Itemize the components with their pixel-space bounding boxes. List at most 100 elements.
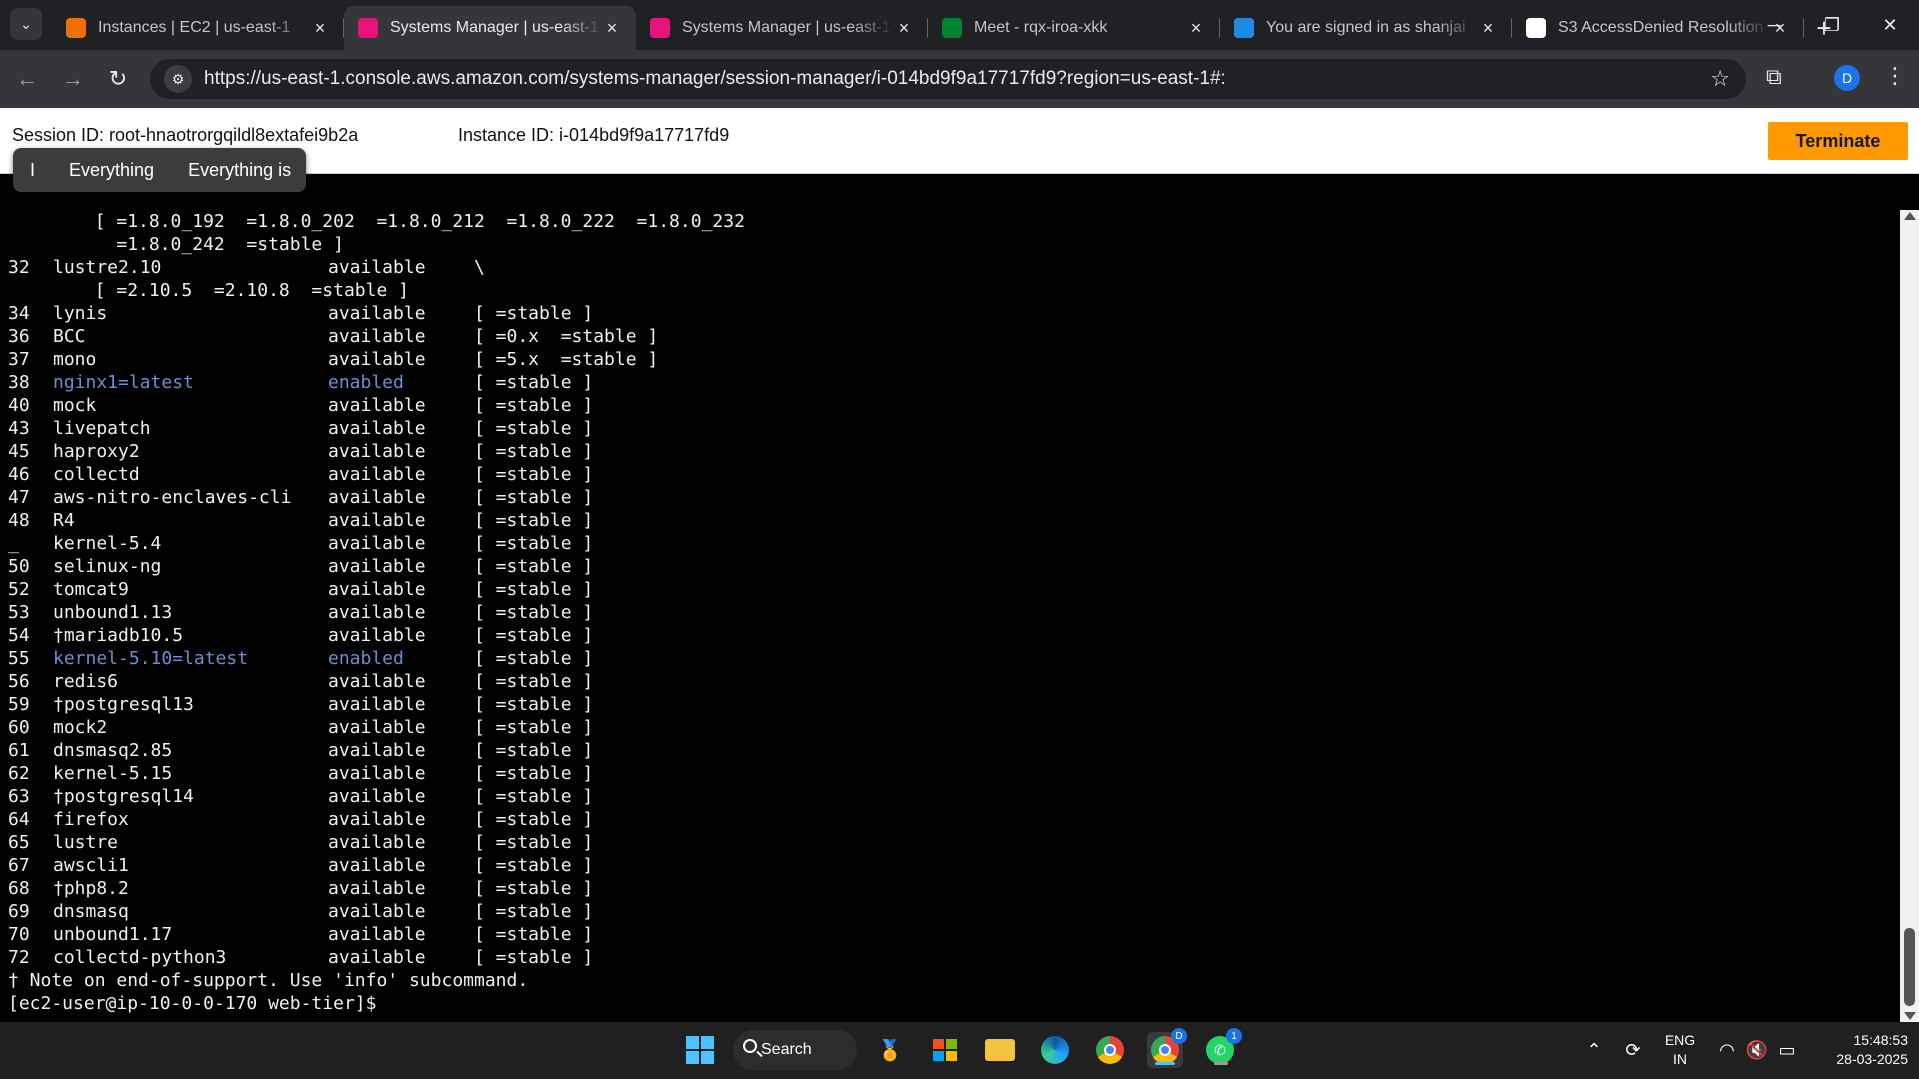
- minimize-icon[interactable]: ─: [1745, 0, 1803, 50]
- speaker-muted-icon[interactable]: 🔇: [1744, 1022, 1770, 1079]
- repo-channels: [ =stable ]: [474, 878, 594, 899]
- back-icon[interactable]: ←: [12, 64, 42, 94]
- repo-number: 68: [8, 878, 30, 899]
- tab-close-icon[interactable]: ×: [894, 18, 914, 39]
- repo-number: 69: [8, 901, 30, 922]
- repo-row: 52 tomcat9 available [ =stable ]: [0, 578, 1000, 601]
- profile-avatar[interactable]: D: [1834, 65, 1860, 91]
- repo-number: 36: [8, 326, 30, 347]
- repo-name: †postgresql14: [53, 786, 194, 807]
- aws-ssm-icon: [650, 18, 670, 38]
- copilot-medal-icon[interactable]: 🏅: [872, 1032, 908, 1068]
- suggestion-item[interactable]: I: [13, 160, 52, 181]
- running-indicator: [1214, 1062, 1228, 1065]
- tab-title: Meet - rqx-iroa-xkk: [974, 19, 1108, 36]
- start-button[interactable]: [682, 1032, 718, 1068]
- repo-number: 61: [8, 740, 30, 761]
- repo-status: available: [328, 671, 426, 692]
- scroll-up-arrow-icon[interactable]: [1904, 212, 1916, 220]
- browser-tab[interactable]: Systems Manager | us-east-1 ×: [344, 6, 636, 50]
- repo-name: selinux-ng: [53, 556, 162, 577]
- scroll-down-arrow-icon[interactable]: [1904, 1012, 1916, 1020]
- repo-row: 37 mono available [ =5.x =stable ]: [0, 348, 1000, 371]
- file-explorer-icon[interactable]: [982, 1032, 1018, 1068]
- tab-close-icon[interactable]: ×: [1478, 18, 1498, 39]
- repo-number: 50: [8, 556, 30, 577]
- clock-time: 15:48:53: [1853, 1032, 1909, 1048]
- extensions-icon[interactable]: ⧉: [1766, 64, 1782, 90]
- whatsapp-icon[interactable]: ✆ 1: [1202, 1028, 1242, 1068]
- repo-channels: [ =stable ]: [474, 924, 594, 945]
- repo-row: 55 kernel-5.10=latest enabled [ =stable ]: [0, 647, 1000, 670]
- repo-channels: [ =stable ]: [474, 441, 594, 462]
- tab-close-icon[interactable]: ×: [602, 18, 622, 39]
- browser-tab[interactable]: Systems Manager | us-east-1 ×: [636, 6, 928, 50]
- browser-tab[interactable]: You are signed in as shanjai ×: [1220, 6, 1512, 50]
- url-text[interactable]: https://us-east-1.console.aws.amazon.com…: [204, 68, 1226, 90]
- window-controls: ─ ❐ ✕: [1745, 0, 1919, 50]
- repo-number: 65: [8, 832, 30, 853]
- repo-name: kernel-5.4: [53, 533, 162, 554]
- battery-icon[interactable]: ▭: [1774, 1022, 1800, 1079]
- repo-channels: [ =stable ]: [474, 717, 594, 738]
- repo-number: 34: [8, 303, 30, 324]
- taskbar-search[interactable]: Search: [733, 1030, 857, 1070]
- repo-name: †postgresql13: [53, 694, 194, 715]
- repo-row: _ kernel-5.4 available [ =stable ]: [0, 532, 1000, 555]
- repo-row: 48 R4 available [ =stable ]: [0, 509, 1000, 532]
- suggestion-item[interactable]: Everything: [52, 160, 171, 181]
- sync-icon[interactable]: ⟳: [1618, 1022, 1648, 1079]
- restore-icon[interactable]: ❐: [1803, 0, 1861, 50]
- microsoft-store-icon[interactable]: [927, 1032, 963, 1068]
- language-indicator[interactable]: ENG IN: [1660, 1031, 1700, 1069]
- tab-close-icon[interactable]: ×: [1186, 18, 1206, 39]
- terminal-scrollbar[interactable]: [1900, 210, 1919, 1022]
- tab-search-button[interactable]: ⌄: [10, 8, 42, 40]
- active-indicator: [1155, 1062, 1175, 1065]
- end-of-support-note: † Note on end-of-support. Use 'info' sub…: [8, 970, 529, 991]
- tray-overflow-chevron-icon[interactable]: ⌃: [1580, 1022, 1608, 1079]
- repo-number: 40: [8, 395, 30, 416]
- repo-channels: [ =stable ]: [474, 947, 594, 968]
- s-icon: [1234, 18, 1254, 38]
- terminal-output[interactable]: [ =1.8.0_192 =1.8.0_202 =1.8.0_212 =1.8.…: [0, 210, 1900, 1022]
- clock-date: 28-03-2025: [1836, 1051, 1908, 1067]
- repo-channels: [ =stable ]: [474, 694, 594, 715]
- repo-channels: [ =stable ]: [474, 303, 594, 324]
- repo-status: available: [328, 257, 426, 278]
- repo-row: 34 lynis available [ =stable ]: [0, 302, 1000, 325]
- chrome-profile-icon[interactable]: D: [1147, 1028, 1187, 1068]
- repo-row: 32 lustre2.10 available \: [0, 256, 1000, 279]
- repo-status: available: [328, 625, 426, 646]
- repo-row: 60 mock2 available [ =stable ]: [0, 716, 1000, 739]
- browser-tab[interactable]: Instances | EC2 | us-east-1 ×: [52, 6, 344, 50]
- bookmark-star-icon[interactable]: ☆: [1710, 66, 1730, 92]
- browser-menu-icon[interactable]: ⋮: [1884, 63, 1906, 89]
- repo-row: 70 unbound1.17 available [ =stable ]: [0, 923, 1000, 946]
- repo-name: aws-nitro-enclaves-cli: [53, 487, 292, 508]
- repo-channels: [ =stable ]: [474, 533, 594, 554]
- repo-channels: [ =stable ]: [474, 809, 594, 830]
- terminate-button[interactable]: Terminate: [1768, 122, 1908, 160]
- repo-channels: [ =stable ]: [474, 763, 594, 784]
- address-bar[interactable]: ⚙ https://us-east-1.console.aws.amazon.c…: [150, 59, 1746, 99]
- repo-name: unbound1.17: [53, 924, 173, 945]
- scrollbar-thumb[interactable]: [1904, 928, 1915, 1006]
- repo-name: mono: [53, 349, 97, 370]
- system-clock[interactable]: 15:48:53 28-03-2025: [1808, 1031, 1908, 1069]
- repo-name: †php8.2: [53, 878, 129, 899]
- chrome-icon[interactable]: [1092, 1032, 1128, 1068]
- repo-number: 47: [8, 487, 30, 508]
- site-info-icon[interactable]: ⚙: [164, 65, 192, 93]
- repo-channels: [ =stable ]: [474, 786, 594, 807]
- suggestion-item[interactable]: Everything is: [171, 160, 308, 181]
- edge-icon[interactable]: [1037, 1032, 1073, 1068]
- wifi-icon[interactable]: ◠: [1714, 1022, 1740, 1079]
- forward-icon[interactable]: →: [58, 64, 88, 94]
- browser-tab[interactable]: Meet - rqx-iroa-xkk ×: [928, 6, 1220, 50]
- reload-icon[interactable]: ↻: [103, 64, 133, 94]
- close-window-icon[interactable]: ✕: [1861, 0, 1919, 50]
- terminal-line: [ =1.8.0_192 =1.8.0_202 =1.8.0_212 =1.8.…: [8, 211, 745, 232]
- tab-close-icon[interactable]: ×: [310, 18, 330, 39]
- repo-channels: [ =stable ]: [474, 510, 594, 531]
